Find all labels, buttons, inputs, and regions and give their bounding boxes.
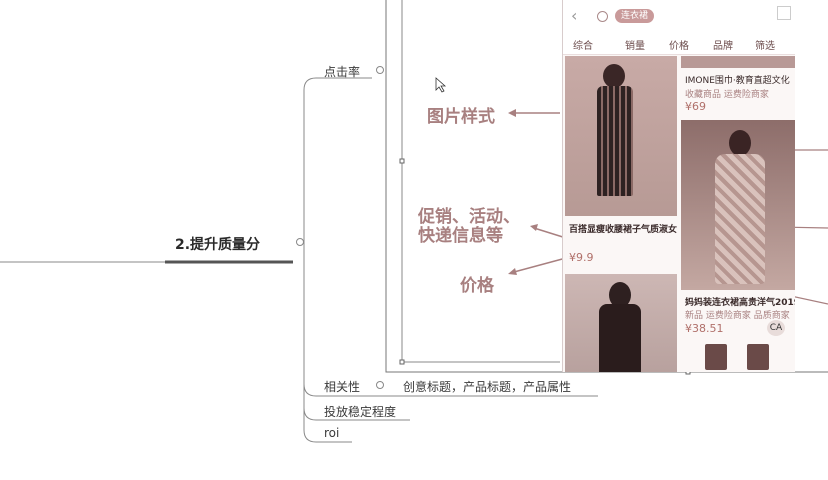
product-image [565,56,677,216]
back-arrow-icon: ‹ [571,6,578,25]
phone-search-bar: ‹ 连衣裙 [563,0,795,32]
product-title: 百搭显瘦收腰裙子气质淑女 [569,225,678,235]
thumbnail-image [705,344,727,370]
product-tags: 新品 运费险商家 品质商家 [685,311,790,321]
tab-comprehensive: 综合 [573,41,593,52]
tab-filter: 筛选 [755,41,775,52]
product-tags: 收藏商品 运费险商家 [685,90,769,100]
search-chip: 连衣裙 [615,9,655,23]
tab-sales: 销量 [625,41,645,52]
tab-brand: 品牌 [713,41,733,52]
annotation-image-style: 图片样式 [427,107,495,127]
annotation-price: 价格 [460,276,494,296]
tab-price: 价格 [669,41,689,52]
node-roi[interactable]: roi [324,426,339,440]
node-relevance[interactable]: 相关性 [324,378,360,395]
product-price: ¥38.51 [685,322,724,335]
annotation-promo-line2: 快递信息等 [418,226,503,246]
brand-badge: CA [767,320,785,336]
product-image [681,56,795,68]
thumbnail-image [747,344,769,370]
product-price: ¥9.9 [569,251,594,264]
search-icon [597,11,608,22]
phone-screenshot: ‹ 连衣裙 综合 销量 价格 品牌 筛选 百搭显瘦收腰裙子气质淑女 ¥9.9 I… [562,0,795,372]
sort-tabs: 综合 销量 价格 品牌 筛选 [563,32,795,55]
main-node-label[interactable]: 2.提升质量分 [175,234,260,254]
grid-view-icon [777,6,791,20]
product-image [565,274,677,372]
product-title: 妈妈装连衣裙高贵洋气2019 [685,298,795,308]
node-click-rate[interactable]: 点击率 [324,63,360,80]
product-image [681,120,795,290]
product-price: ¥69 [685,100,706,113]
node-relevance-note[interactable]: 创意标题，产品标题，产品属性 [403,378,571,395]
product-title: IMONE围巾·教育直超文化 [685,76,790,86]
node-stability[interactable]: 投放稳定程度 [324,403,396,420]
